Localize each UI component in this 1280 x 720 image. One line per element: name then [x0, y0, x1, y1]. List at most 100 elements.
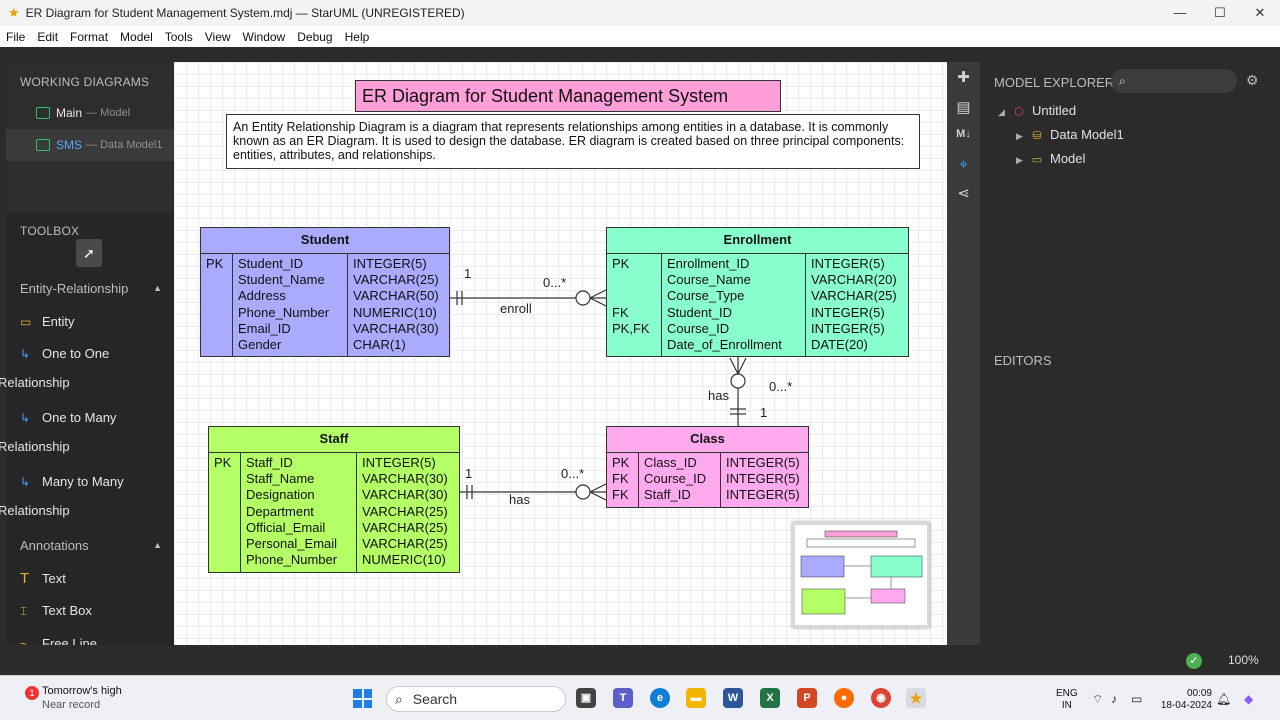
battery-icon[interactable]: ▭	[1131, 692, 1142, 706]
title-bar: ★ ER Diagram for Student Management Syst…	[0, 0, 1280, 26]
menu-view[interactable]: View	[199, 30, 237, 44]
entity-class[interactable]: Class PK FK FK Class_ID Course_ID Staff_…	[606, 426, 809, 508]
model-search-input[interactable]: ⌕	[1111, 69, 1237, 93]
column-name: Student_ID	[238, 256, 304, 271]
wifi-icon[interactable]: ⌔	[1092, 692, 1103, 707]
menu-model[interactable]: Model	[114, 30, 159, 44]
diagram-canvas[interactable]: ER Diagram for Student Management System…	[174, 62, 947, 645]
tool-free-line[interactable]: ~ Free Line	[6, 636, 174, 645]
tool-label: Text Box	[42, 603, 92, 618]
pointer-tool-button[interactable]: ➚	[76, 239, 102, 267]
markdown-icon[interactable]: M↓	[947, 128, 980, 140]
expand-right-icon[interactable]: ▶	[1016, 131, 1030, 142]
tree-item-model[interactable]: ▶ ▭ Model	[980, 151, 1274, 166]
entity-staff[interactable]: Staff PK Staff_ID Staff_Name Designation…	[208, 426, 460, 573]
working-diagrams-header: WORKING DIAGRAMS	[20, 75, 150, 89]
powerpoint-icon[interactable]: P	[797, 688, 817, 708]
share-icon[interactable]: ⋖	[947, 184, 980, 202]
column-name: Student_ID	[667, 304, 733, 320]
tool-label-line2: Relationship	[0, 439, 70, 454]
er-diagram-icon	[36, 139, 50, 151]
relationship-name-has[interactable]: has	[708, 388, 729, 403]
gear-icon[interactable]: ⚙	[1246, 72, 1259, 89]
tree-item-untitled[interactable]: ◢ ⬡ Untitled	[980, 103, 1274, 118]
column-types: INTEGER(5) INTEGER(5) INTEGER(5)	[720, 453, 808, 507]
firefox-icon[interactable]: ●	[834, 688, 854, 708]
entity-enrollment[interactable]: Enrollment PK FK PK,FK Enrollment_ID Cou…	[606, 227, 909, 357]
menu-help[interactable]: Help	[339, 30, 376, 44]
taskbar-search[interactable]: ⌕ Search	[386, 686, 566, 712]
start-windows-icon[interactable]	[353, 689, 372, 708]
staruml-taskbar-icon[interactable]: ★	[906, 688, 926, 708]
column-name: Email_ID	[238, 320, 291, 336]
column-type: VARCHAR(25)	[362, 535, 448, 551]
key-cell: PK	[206, 256, 224, 271]
menu-format[interactable]: Format	[64, 30, 114, 44]
chrome-icon[interactable]: ◉	[871, 688, 891, 708]
edge-icon[interactable]: e	[650, 688, 670, 708]
menu-tools[interactable]: Tools	[159, 30, 199, 44]
extensions-icon[interactable]: ✚	[947, 68, 980, 86]
tool-text-box[interactable]: ⌶ Text Box	[6, 603, 174, 619]
maximize-button[interactable]: ☐	[1200, 0, 1240, 26]
tool-label: Entity	[42, 314, 75, 329]
column-type: INTEGER(5)	[811, 304, 885, 320]
volume-icon[interactable]: ♪	[1111, 692, 1117, 706]
working-diagram-sms[interactable]: SMS — Data Model1	[6, 129, 174, 161]
expand-down-icon[interactable]: ◢	[998, 107, 1012, 118]
key-column: PK	[201, 254, 232, 356]
task-view-icon[interactable]: ▣	[576, 688, 596, 708]
relationship-name-enroll[interactable]: enroll	[500, 301, 532, 316]
toolbox-group-entity-relationship[interactable]: Entity-Relationship ▲	[6, 272, 174, 304]
column-name: Personal_Email	[246, 535, 338, 551]
minimize-button[interactable]: —	[1160, 0, 1200, 26]
column-names: Student_ID Student_Name Address Phone_Nu…	[232, 254, 347, 356]
tool-text[interactable]: T Text	[6, 570, 174, 587]
menu-file[interactable]: File	[0, 30, 31, 44]
tool-label-line2: Relationship	[0, 375, 70, 390]
region-code: IN	[1061, 700, 1072, 711]
status-bar: ✓ 100%	[0, 645, 1280, 675]
weather-widget[interactable]: 1 Tomorrow's high Near record	[20, 684, 122, 712]
excel-icon[interactable]: X	[760, 688, 780, 708]
entity-name: Class	[607, 427, 808, 453]
copilot-icon[interactable]: ◆	[1244, 692, 1253, 706]
menu-window[interactable]: Window	[237, 30, 292, 44]
clock-date: 18-04-2024	[1160, 700, 1212, 711]
language-indicator[interactable]: ENG IN	[1056, 688, 1078, 712]
tree-label: Data Model1	[1050, 127, 1124, 142]
notification-bell-icon[interactable]: 🔔︎	[1216, 692, 1231, 706]
file-explorer-icon[interactable]: ▬	[686, 688, 706, 708]
column-name: Department	[246, 503, 314, 519]
layout-icon[interactable]: ▤	[947, 98, 980, 116]
tool-one-to-one-relationship[interactable]: ↳ One to One Relationship	[0, 346, 174, 390]
close-button[interactable]: ✕	[1240, 0, 1280, 26]
window-title: ER Diagram for Student Management System…	[25, 6, 465, 20]
toolbox-group-annotations[interactable]: Annotations ▲	[6, 529, 174, 561]
cursor-icon: ➚	[83, 245, 95, 261]
working-diagram-main[interactable]: Main — Model	[6, 97, 174, 129]
menu-edit[interactable]: Edit	[31, 30, 64, 44]
key-cell: PK	[612, 256, 630, 271]
check-icon[interactable]: ✓	[1186, 653, 1202, 669]
tree-item-data-model1[interactable]: ▶ ⛁ Data Model1	[980, 127, 1274, 142]
tool-one-to-many-relationship[interactable]: ↳ One to Many Relationship	[0, 410, 174, 454]
relationship-name-has[interactable]: has	[509, 492, 530, 507]
tool-entity[interactable]: ▭ Entity	[6, 314, 174, 329]
column-names: Enrollment_ID Course_Name Course_Type St…	[661, 254, 805, 356]
word-icon[interactable]: W	[723, 688, 743, 708]
navigator-icon[interactable]: ⌖	[947, 156, 980, 173]
system-clock[interactable]: 00:09 18-04-2024	[1160, 688, 1212, 712]
zoom-level[interactable]: 100%	[1228, 653, 1259, 667]
expand-right-icon[interactable]: ▶	[1016, 155, 1030, 166]
column-type: VARCHAR(25)	[353, 272, 439, 288]
column-name: Official_Email	[246, 519, 326, 535]
column-name: Enrollment_ID	[667, 256, 750, 271]
teams-icon[interactable]: T	[613, 688, 633, 708]
tool-many-to-many-relationship[interactable]: ↳ Many to Many Relationship	[0, 474, 174, 518]
column-types: INTEGER(5) VARCHAR(30) VARCHAR(30) VARCH…	[356, 453, 459, 572]
diagram-minimap[interactable]	[792, 522, 930, 628]
menu-debug[interactable]: Debug	[291, 30, 338, 44]
column-types: INTEGER(5) VARCHAR(20) VARCHAR(25) INTEG…	[805, 254, 908, 356]
entity-student[interactable]: Student PK Student_ID Student_Name Addre…	[200, 227, 450, 357]
